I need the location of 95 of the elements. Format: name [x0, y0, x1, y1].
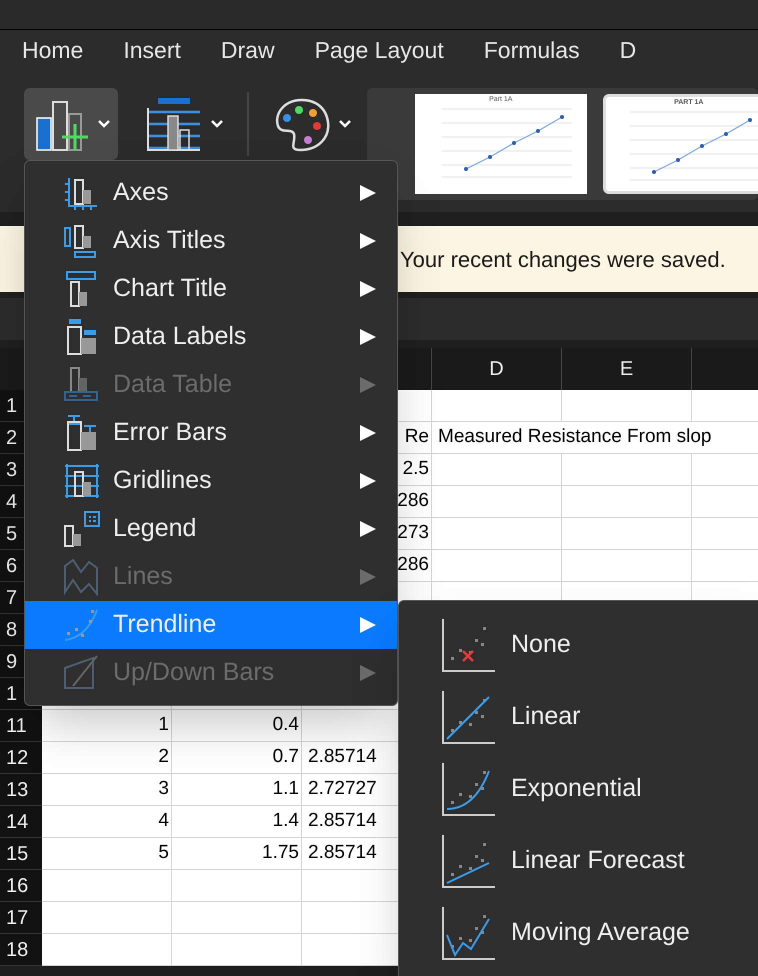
cell-value: 2: [158, 745, 169, 770]
chevron-down-icon: [96, 119, 111, 129]
table-cell[interactable]: 0.4: [172, 710, 302, 742]
gridlines-icon: [63, 462, 101, 500]
cell-text: Measured Resistance From slop: [438, 425, 712, 450]
submenu-arrow-icon: [359, 472, 377, 490]
table-cell[interactable]: [172, 870, 302, 902]
row-header[interactable]: 14: [0, 806, 42, 838]
cell-value: 2.5: [402, 457, 429, 482]
table-cell[interactable]: 1.75: [172, 838, 302, 870]
submenu-item[interactable]: Exponential: [399, 753, 758, 825]
table-cell[interactable]: [172, 902, 302, 934]
table-cell[interactable]: 4: [42, 806, 172, 838]
submenu-item[interactable]: None: [399, 609, 758, 681]
cell-text: 2.85714: [308, 745, 377, 770]
ribbon-tab[interactable]: D: [620, 32, 636, 68]
linear-forecast-icon: [441, 833, 497, 889]
cell-value: 0.4: [272, 713, 299, 738]
table-cell[interactable]: 1: [42, 710, 172, 742]
row-header[interactable]: 11: [0, 710, 42, 742]
cell-value: 1.1: [272, 777, 299, 802]
table-cell[interactable]: Measured Resistance From slop: [432, 422, 758, 454]
cell-text: 2.85714: [308, 841, 377, 866]
table-cell[interactable]: 0.7: [172, 742, 302, 774]
ribbon-tab[interactable]: Draw: [220, 32, 275, 68]
table-cell[interactable]: 2: [42, 742, 172, 774]
table-cell[interactable]: [42, 870, 172, 902]
table-cell[interactable]: 1.4: [172, 806, 302, 838]
cell-value: 3: [158, 777, 169, 802]
exponential-trendline-icon: [441, 761, 497, 817]
menu-item[interactable]: Data Labels: [25, 313, 397, 361]
moving-average-icon: [441, 905, 497, 961]
add-chart-element-button[interactable]: [24, 88, 118, 160]
submenu-arrow-icon: [359, 568, 377, 586]
chevron-down-icon: [338, 119, 352, 129]
cell-text: 2.85714: [308, 809, 377, 834]
table-cell[interactable]: [172, 934, 302, 966]
cell-value: 1.75: [262, 841, 299, 866]
table-cell[interactable]: [562, 550, 692, 582]
cell-value: 5: [158, 841, 169, 866]
cell-value: 286: [397, 553, 429, 578]
submenu-arrow-icon: [359, 424, 377, 442]
submenu-item[interactable]: Linear: [399, 681, 758, 753]
submenu-item[interactable]: Moving Average: [399, 897, 758, 969]
menu-item[interactable]: Axes: [25, 169, 397, 217]
submenu-arrow-icon: [359, 376, 377, 394]
table-cell[interactable]: [42, 902, 172, 934]
submenu-arrow-icon: [359, 664, 377, 682]
submenu-arrow-icon: [359, 328, 377, 346]
submenu-arrow-icon: [359, 232, 377, 250]
table-cell[interactable]: 3: [42, 774, 172, 806]
table-cell[interactable]: 5: [42, 838, 172, 870]
table-cell[interactable]: [432, 454, 562, 486]
linear-trendline-icon: [441, 689, 497, 745]
table-cell[interactable]: [562, 390, 692, 422]
row-header[interactable]: 13: [0, 774, 42, 806]
ribbon-tab[interactable]: Formulas: [484, 32, 580, 68]
cell-value: 286: [397, 489, 429, 514]
submenu-arrow-icon: [359, 184, 377, 202]
ribbon-tab[interactable]: Insert: [123, 32, 181, 68]
row-header[interactable]: 18: [0, 934, 42, 966]
cell-value: 4: [158, 809, 169, 834]
row-header[interactable]: 17: [0, 902, 42, 934]
cell-value: 0.7: [272, 745, 299, 770]
ribbon-tab[interactable]: Home: [22, 32, 84, 68]
table-cell[interactable]: [42, 934, 172, 966]
table-cell[interactable]: [562, 518, 692, 550]
table-cell[interactable]: [432, 390, 562, 422]
row-header[interactable]: 15: [0, 838, 42, 870]
table-cell[interactable]: [432, 550, 562, 582]
submenu-arrow-icon: [359, 616, 377, 634]
cell-value: Re: [404, 425, 429, 450]
row-header[interactable]: 12: [0, 742, 42, 774]
menu-item[interactable]: Chart Title: [25, 265, 397, 313]
table-cell[interactable]: [562, 486, 692, 518]
row-header[interactable]: 16: [0, 870, 42, 902]
menu-item[interactable]: Axis Titles: [25, 217, 397, 265]
table-cell[interactable]: [562, 454, 692, 486]
cell-value: 1.4: [272, 809, 299, 834]
submenu-arrow-icon: [359, 280, 377, 298]
cell-value: 273: [397, 521, 429, 546]
no-trendline-icon: [441, 617, 497, 673]
notification-message: Your recent changes were saved.: [400, 246, 726, 274]
submenu-arrow-icon: [359, 520, 377, 538]
legend-icon: [63, 510, 101, 548]
ribbon-tab[interactable]: Page Layout: [314, 32, 444, 68]
table-cell[interactable]: [432, 486, 562, 518]
lines-icon: [63, 558, 101, 596]
table-cell[interactable]: 1.1: [172, 774, 302, 806]
table-cell[interactable]: [432, 518, 562, 550]
submenu-item[interactable]: Linear Forecast: [399, 825, 758, 897]
chevron-down-icon: [210, 119, 224, 129]
cell-text: 2.72727: [308, 777, 377, 802]
cell-value: 1: [158, 713, 169, 738]
data-table-icon: [63, 366, 101, 404]
